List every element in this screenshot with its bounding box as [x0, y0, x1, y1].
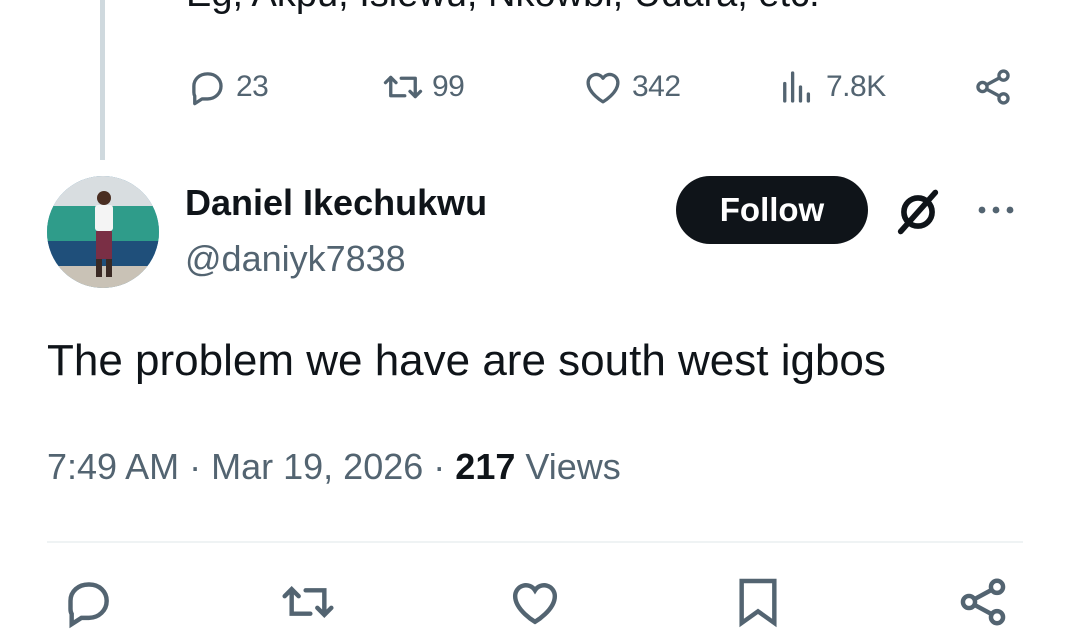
- reply-icon: [192, 72, 223, 106]
- retweet-icon: [383, 75, 423, 99]
- author-handle[interactable]: @daniyk7838: [185, 238, 406, 280]
- share-icon: [976, 69, 1010, 105]
- follow-button[interactable]: Follow: [676, 176, 868, 244]
- previous-tweet-actions: 23 99 342 7.8K: [0, 62, 1070, 112]
- views-total: 217: [455, 446, 516, 487]
- meta-separator: ·: [433, 446, 446, 487]
- bookmark-icon[interactable]: [730, 574, 786, 630]
- share-button[interactable]: [972, 62, 1014, 112]
- views-label: Views: [525, 446, 621, 487]
- like-button[interactable]: 342: [582, 62, 681, 112]
- like-count: 342: [632, 70, 681, 103]
- previous-tweet-text: Eg, Akpu, Isiewu, Nkowbi, Udara, etc.: [186, 0, 820, 16]
- tweet-date[interactable]: Mar 19, 2026: [211, 446, 423, 487]
- avatar-photo: [47, 176, 159, 288]
- retweet-button[interactable]: 99: [382, 62, 465, 112]
- meta-separator: ·: [189, 446, 202, 487]
- tweet-meta: 7:49 AM · Mar 19, 2026 · 217 Views: [47, 446, 621, 488]
- more-options-icon[interactable]: [972, 198, 1020, 222]
- author-name[interactable]: Daniel Ikechukwu: [185, 182, 487, 224]
- views-icon: [783, 71, 811, 103]
- grok-icon[interactable]: [892, 186, 944, 238]
- share-icon[interactable]: [955, 574, 1011, 630]
- reply-icon[interactable]: [60, 574, 116, 630]
- views-button[interactable]: 7.8K: [776, 62, 886, 112]
- heart-icon[interactable]: [507, 574, 563, 630]
- reply-button[interactable]: 23: [186, 62, 269, 112]
- reply-count: 23: [236, 70, 269, 103]
- retweet-icon[interactable]: [280, 574, 336, 630]
- views-count: 7.8K: [826, 70, 886, 103]
- tweet-actions-bar: [0, 574, 1070, 634]
- tweet-text: The problem we have are south west igbos: [47, 336, 886, 385]
- avatar[interactable]: [47, 176, 159, 288]
- tweet-time[interactable]: 7:49 AM: [47, 446, 179, 487]
- divider: [47, 541, 1023, 543]
- heart-icon: [586, 72, 620, 104]
- retweet-count: 99: [432, 70, 465, 103]
